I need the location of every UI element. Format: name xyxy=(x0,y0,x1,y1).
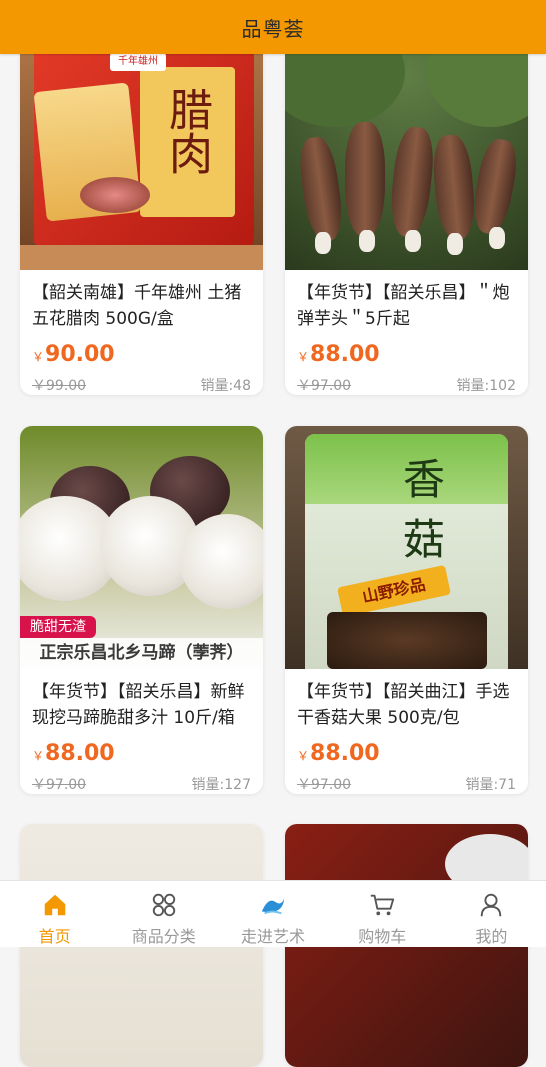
product-grid: 腊肉 千年雄州 【韶关南雄】千年雄州 土猪五花腊肉 500G/盒 ￥ 90.00… xyxy=(0,0,546,1067)
currency-symbol: ￥ xyxy=(32,350,45,364)
product-price: 88.00 xyxy=(310,342,380,367)
tab-home[interactable]: 首页 xyxy=(0,881,109,947)
product-title[interactable]: 【年货节】【韶关曲江】手选干香菇大果 500克/包 xyxy=(297,679,516,731)
tab-label: 走进艺术 xyxy=(241,927,306,946)
meta-row: ￥99.00 销量:48 xyxy=(32,375,251,395)
taro xyxy=(469,136,521,237)
product-title[interactable]: 【韶关南雄】千年雄州 土猪五花腊肉 500G/盒 xyxy=(32,280,251,332)
top-bar: 品粤荟 xyxy=(0,0,546,54)
original-price: ￥97.00 xyxy=(32,777,87,793)
tab-label: 购物车 xyxy=(358,927,407,946)
tab-label: 商品分类 xyxy=(131,927,196,946)
water-chestnut xyxy=(180,514,263,609)
page-title: 品粤荟 xyxy=(241,16,305,41)
original-price: ￥99.00 xyxy=(32,378,87,394)
taro xyxy=(295,135,347,244)
home-icon xyxy=(44,894,65,916)
cart-icon xyxy=(371,894,395,916)
tab-mine[interactable]: 我的 xyxy=(437,881,546,947)
product-image[interactable]: 腊肉 千年雄州 xyxy=(20,27,263,270)
category-icon xyxy=(152,893,175,917)
meat-slice xyxy=(80,177,150,213)
art-logo-icon xyxy=(261,898,285,915)
currency-symbol: ￥ xyxy=(297,350,310,364)
taro-tip xyxy=(315,232,331,254)
taro xyxy=(345,122,385,237)
product-price: 90.00 xyxy=(45,342,115,367)
product-image[interactable]: 香 菇 山野珍品 xyxy=(285,426,528,669)
table-surface xyxy=(20,245,263,270)
product-title[interactable]: 【年货节】【韶关乐昌】新鲜现挖马蹄脆甜多汁 10斤/箱 xyxy=(32,679,251,731)
product-price: 88.00 xyxy=(45,741,115,766)
price-row: ￥ 88.00 xyxy=(297,741,516,766)
sales-count: 销量:102 xyxy=(456,378,516,394)
taro-tip xyxy=(489,227,505,249)
currency-symbol: ￥ xyxy=(297,749,310,763)
box-text: 腊肉 xyxy=(161,87,212,175)
meta-row: ￥97.00 销量:127 xyxy=(32,774,251,794)
product-image[interactable] xyxy=(285,27,528,270)
tab-bar: 首页 商品分类 走进艺术 购物车 我的 xyxy=(0,880,546,947)
product-title[interactable]: 【年货节】【韶关乐昌】＂炮弹芋头＂5斤起 xyxy=(297,280,516,332)
taro-tip xyxy=(405,230,421,252)
sales-count: 销量:127 xyxy=(191,777,251,793)
promo-tag: 脆甜无渣 xyxy=(20,616,96,638)
product-image[interactable]: 脆甜无渣 正宗乐昌北乡马蹄（荸荠） xyxy=(20,426,263,669)
bag-text: 菇 xyxy=(403,515,446,564)
product-card[interactable]: 脆甜无渣 正宗乐昌北乡马蹄（荸荠） 【年货节】【韶关乐昌】新鲜现挖马蹄脆甜多汁 … xyxy=(20,426,263,794)
price-row: ￥ 88.00 xyxy=(297,342,516,367)
product-card[interactable]: 香 菇 山野珍品 【年货节】【韶关曲江】手选干香菇大果 500克/包 ￥ 88.… xyxy=(285,426,528,794)
bag-text: 香 xyxy=(403,455,446,504)
tab-art[interactable]: 走进艺术 xyxy=(218,881,327,947)
meta-row: ￥97.00 销量:102 xyxy=(297,375,516,395)
price-row: ￥ 88.00 xyxy=(32,741,251,766)
sales-count: 销量:48 xyxy=(200,378,251,394)
original-price: ￥97.00 xyxy=(297,777,352,793)
taro xyxy=(430,133,478,242)
product-price: 88.00 xyxy=(310,741,380,766)
price-row: ￥ 90.00 xyxy=(32,342,251,367)
tab-label: 我的 xyxy=(475,927,508,946)
taro-tip xyxy=(447,233,463,255)
tab-cart[interactable]: 购物车 xyxy=(328,881,437,947)
mushroom-window xyxy=(327,612,487,669)
meta-row: ￥97.00 销量:71 xyxy=(297,774,516,794)
taro-tip xyxy=(359,230,375,252)
currency-symbol: ￥ xyxy=(32,749,45,763)
image-caption: 正宗乐昌北乡马蹄（荸荠） xyxy=(20,638,263,669)
taro xyxy=(387,125,437,239)
brand-logo: 千年雄州 xyxy=(110,53,166,71)
user-icon xyxy=(481,893,502,917)
original-price: ￥97.00 xyxy=(297,378,352,394)
tab-category[interactable]: 商品分类 xyxy=(109,881,218,947)
tab-label: 首页 xyxy=(38,927,71,946)
product-card[interactable]: 【年货节】【韶关乐昌】＂炮弹芋头＂5斤起 ￥ 88.00 ￥97.00 销量:1… xyxy=(285,27,528,395)
sales-count: 销量:71 xyxy=(465,777,516,793)
product-card[interactable]: 腊肉 千年雄州 【韶关南雄】千年雄州 土猪五花腊肉 500G/盒 ￥ 90.00… xyxy=(20,27,263,395)
